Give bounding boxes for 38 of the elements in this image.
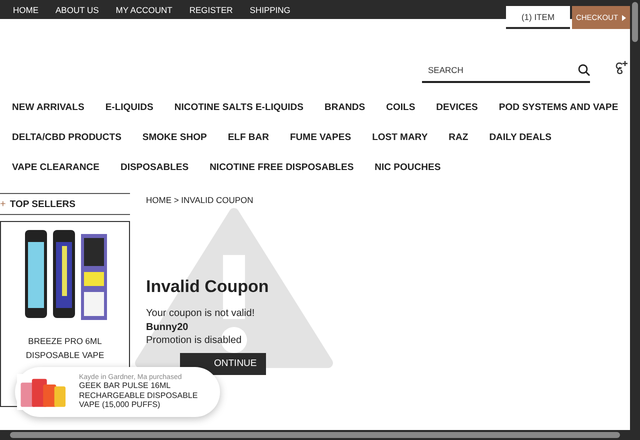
category-link[interactable]: E-LIQUIDS [105,103,154,113]
scrollbar[interactable] [630,0,640,440]
caret-icon [622,14,626,20]
category-link[interactable]: DISPOSABLES [120,163,189,173]
search-field[interactable]: SEARCH [422,64,578,76]
section-title: TOP SELLERS [10,198,76,210]
category-link[interactable]: NIC POUCHES [374,163,441,173]
category-link[interactable]: VAPE CLEARANCE [12,163,100,173]
status-text: Promotion is disabled [146,334,243,348]
category-link[interactable]: NEW ARRIVALS [12,103,84,113]
search-icon[interactable] [578,64,590,76]
category-link[interactable]: SMOKE SHOP [142,133,207,143]
category-link[interactable]: FUME VAPES [290,133,352,143]
category-link[interactable]: COILS [386,103,416,113]
category-link[interactable]: DAILY DEALS [489,133,552,143]
cart-link[interactable]: (1) ITEM [506,6,570,29]
coupon-code: Bunny20 [146,320,190,334]
nav-link[interactable]: REGISTER [189,5,233,15]
category-link[interactable]: DELTA/CBD PRODUCTS [12,133,122,143]
category-link[interactable]: RAZ [448,133,468,143]
product-name[interactable]: BREEZE PRO 6ML DISPOSABLE VAPE [1,334,129,362]
category-link[interactable]: LOST MARY [372,133,428,143]
nav-link[interactable]: MY ACCOUNT [116,5,172,15]
category-link[interactable]: BRANDS [324,103,366,113]
category-link[interactable]: POD SYSTEMS AND VAPE [498,103,618,113]
plus-icon: + [0,198,6,210]
category-link[interactable]: ELF BAR [228,133,269,143]
category-link[interactable]: NICOTINE SALTS E-LIQUIDS [174,103,304,113]
breadcrumb: HOME > INVALID COUPON [146,195,254,205]
nav-link[interactable]: SHIPPING [250,5,290,15]
nav-link[interactable]: ABOUT US [56,5,99,15]
google-plus-icon[interactable] [614,59,630,75]
category-link[interactable]: DEVICES [436,103,478,113]
scrollbar[interactable] [0,430,630,440]
nav-link[interactable]: HOME [13,5,38,15]
category-link[interactable]: NICOTINE FREE DISPOSABLES [210,163,354,173]
page-title: Invalid Coupon [146,277,270,297]
error-message: Your coupon is not valid! [146,307,256,320]
